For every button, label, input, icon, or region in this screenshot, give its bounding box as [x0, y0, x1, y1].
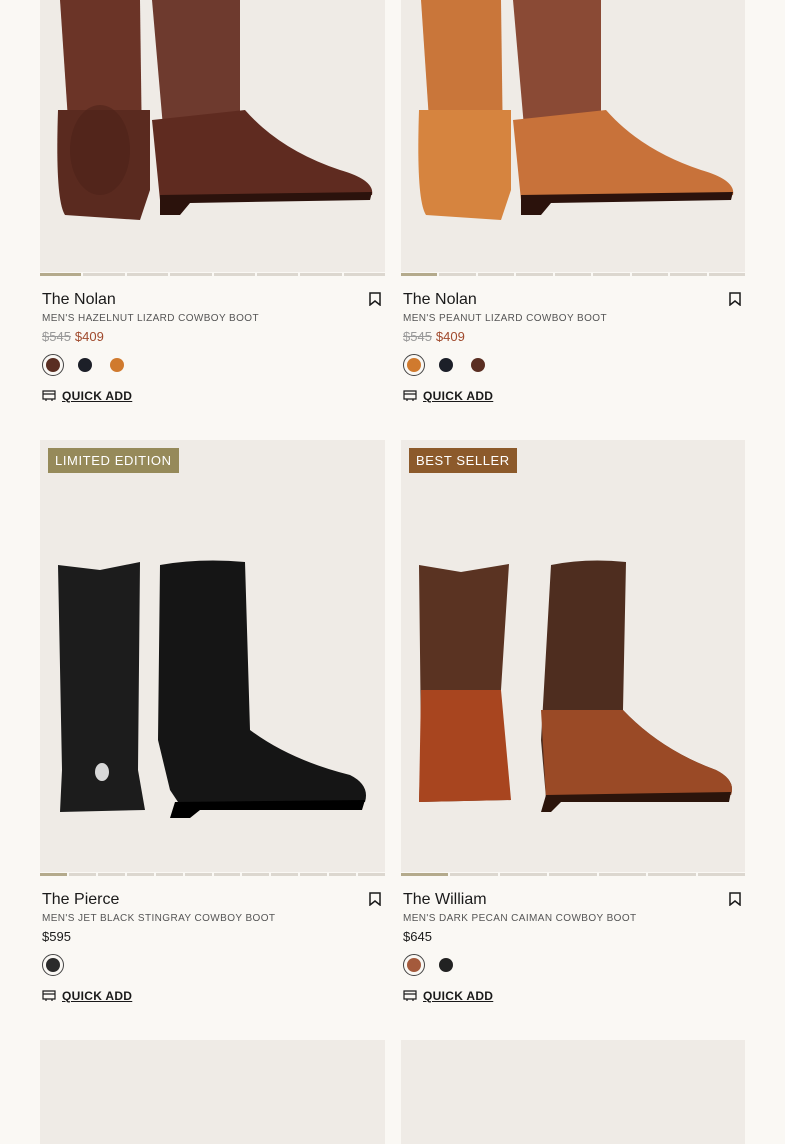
color-swatch[interactable]: [467, 354, 489, 376]
color-swatch[interactable]: [403, 954, 425, 976]
product-title[interactable]: The Nolan: [403, 290, 743, 310]
color-swatches: [42, 954, 383, 976]
bookmark-icon[interactable]: [369, 292, 381, 306]
quick-add-label: Quick Add: [62, 989, 133, 1003]
color-swatch[interactable]: [42, 354, 64, 376]
price-original: $545: [42, 329, 71, 344]
cart-icon: [403, 990, 417, 1001]
quick-add-label: Quick Add: [62, 389, 133, 403]
product-card-placeholder[interactable]: [401, 1040, 745, 1144]
swatch-color: [46, 958, 60, 972]
swatch-color: [439, 358, 453, 372]
quick-add-button[interactable]: Quick Add: [42, 989, 383, 1003]
product-image[interactable]: Best Seller: [401, 440, 745, 872]
swatch-color: [407, 958, 421, 972]
badge-best-seller: Best Seller: [409, 448, 517, 473]
price-sale: $409: [74, 329, 104, 344]
quick-add-button[interactable]: Quick Add: [42, 389, 383, 403]
product-price: $595: [42, 929, 383, 944]
color-swatch[interactable]: [403, 354, 425, 376]
bookmark-icon[interactable]: [729, 292, 741, 306]
swatch-color: [439, 958, 453, 972]
swatch-color: [78, 358, 92, 372]
product-price: $545 $409: [403, 329, 743, 344]
swatch-color: [46, 358, 60, 372]
badge-limited-edition: Limited Edition: [48, 448, 179, 473]
product-subtitle: Men's Jet Black Stingray Cowboy Boot: [42, 913, 276, 924]
swatch-color: [110, 358, 124, 372]
price-sale: $409: [435, 329, 465, 344]
cart-icon: [42, 990, 56, 1001]
product-title[interactable]: The William: [403, 890, 743, 910]
product-image[interactable]: [401, 0, 745, 272]
boot-image: [40, 440, 385, 872]
product-card-nolan-peanut[interactable]: The Nolan Men's Peanut Lizard Cowboy Boo…: [401, 0, 745, 403]
product-card-pierce[interactable]: Limited Edition The Pierce Men's Jet Bla…: [40, 440, 386, 1003]
swatch-color: [407, 358, 421, 372]
price-regular: $595: [42, 929, 71, 944]
color-swatch[interactable]: [435, 354, 457, 376]
quick-add-label: Quick Add: [423, 989, 494, 1003]
color-swatch[interactable]: [435, 954, 457, 976]
product-title[interactable]: The Nolan: [42, 290, 383, 310]
color-swatch[interactable]: [106, 354, 128, 376]
quick-add-button[interactable]: Quick Add: [403, 989, 743, 1003]
product-card-nolan-hazelnut[interactable]: The Nolan Men's Hazelnut Lizard Cowboy B…: [40, 0, 385, 403]
bookmark-icon[interactable]: [369, 892, 381, 906]
product-image[interactable]: [40, 0, 385, 272]
product-grid: The Nolan Men's Hazelnut Lizard Cowboy B…: [0, 0, 785, 1144]
quick-add-label: Quick Add: [423, 389, 494, 403]
quick-add-button[interactable]: Quick Add: [403, 389, 743, 403]
boot-image: [401, 440, 745, 872]
color-swatches: [403, 354, 743, 376]
boot-image: [40, 0, 385, 272]
color-swatch[interactable]: [42, 954, 64, 976]
cart-icon: [403, 390, 417, 401]
product-image[interactable]: Limited Edition: [40, 440, 385, 872]
product-price: $645: [403, 929, 743, 944]
product-price: $545 $409: [42, 329, 383, 344]
cart-icon: [42, 390, 56, 401]
swatch-color: [471, 358, 485, 372]
product-title[interactable]: The Pierce: [42, 890, 383, 910]
bookmark-icon[interactable]: [729, 892, 741, 906]
color-swatches: [42, 354, 383, 376]
color-swatches: [403, 954, 743, 976]
color-swatch[interactable]: [74, 354, 96, 376]
price-original: $545: [403, 329, 432, 344]
product-subtitle: Men's Dark Pecan Caiman Cowboy Boot: [403, 913, 637, 924]
price-regular: $645: [403, 929, 432, 944]
boot-image: [401, 0, 745, 272]
product-subtitle: Men's Hazelnut Lizard Cowboy Boot: [42, 313, 259, 324]
product-subtitle: Men's Peanut Lizard Cowboy Boot: [403, 313, 607, 324]
product-card-placeholder[interactable]: [40, 1040, 385, 1144]
product-card-william[interactable]: Best Seller The William Men's Dark Pecan…: [401, 440, 745, 1003]
